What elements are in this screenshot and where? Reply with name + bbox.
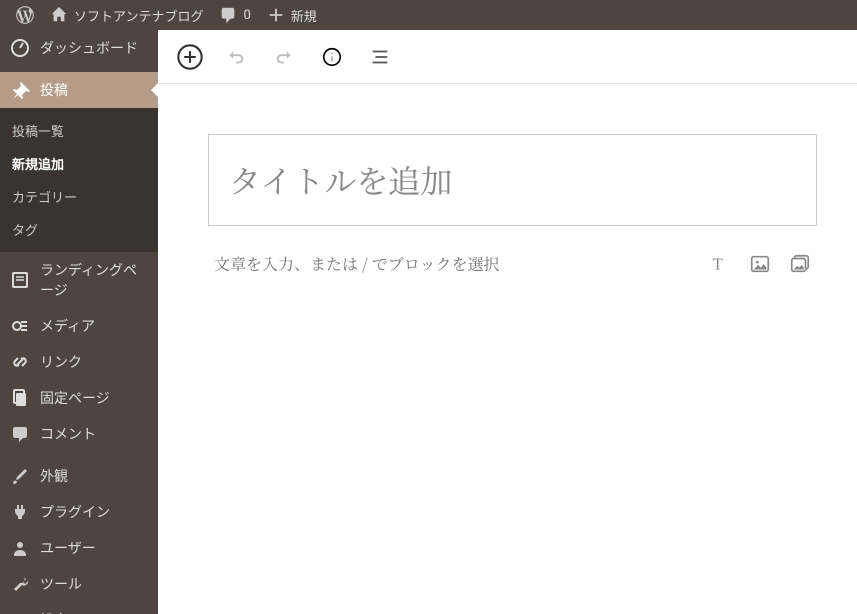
comment-icon <box>10 424 30 444</box>
user-icon <box>10 538 30 558</box>
submenu-all-posts[interactable]: 投稿一覧 <box>0 114 158 147</box>
menu-label: 外観 <box>40 466 68 486</box>
svg-text:T: T <box>713 254 723 273</box>
site-title: ソフトアンテナブログ <box>74 6 203 25</box>
menu-landing[interactable]: ランディングページ <box>0 252 158 308</box>
editor-body: 文章を入力、または / でブロックを選択 T <box>158 84 857 614</box>
menu-dashboard[interactable]: ダッシュボード <box>0 30 158 66</box>
menu-media[interactable]: メディア <box>0 308 158 344</box>
pages-icon <box>10 388 30 408</box>
quick-inserter: T <box>709 253 811 275</box>
comments-link[interactable]: 0 <box>211 0 258 30</box>
menu-users[interactable]: ユーザー <box>0 530 158 566</box>
wrench-icon <box>10 574 30 594</box>
editor-toolbar <box>158 30 857 84</box>
submenu-tags[interactable]: タグ <box>0 213 158 246</box>
menu-links[interactable]: リンク <box>0 344 158 380</box>
plus-icon <box>267 6 285 24</box>
menu-label: コメント <box>40 424 96 444</box>
comments-count: 0 <box>243 8 250 23</box>
new-label: 新規 <box>291 6 317 25</box>
submenu-add-new[interactable]: 新規追加 <box>0 147 158 180</box>
menu-label: ツール <box>40 574 82 594</box>
menu-comments[interactable]: コメント <box>0 416 158 452</box>
undo-button[interactable] <box>218 39 254 75</box>
new-content-link[interactable]: 新規 <box>259 0 325 30</box>
menu-label: 設定 <box>40 610 68 614</box>
submenu-categories[interactable]: カテゴリー <box>0 180 158 213</box>
image-block-icon[interactable] <box>749 253 771 275</box>
page-icon <box>10 270 30 290</box>
post-title-input[interactable] <box>208 134 817 226</box>
menu-label: 固定ページ <box>40 388 110 408</box>
info-button[interactable] <box>314 39 350 75</box>
menu-posts[interactable]: 投稿 <box>0 72 158 108</box>
pin-icon <box>10 80 30 100</box>
menu-label: ユーザー <box>40 538 96 558</box>
paragraph-icon[interactable]: T <box>709 253 731 275</box>
posts-submenu: 投稿一覧 新規追加 カテゴリー タグ <box>0 108 158 252</box>
redo-button[interactable] <box>266 39 302 75</box>
link-icon <box>10 352 30 372</box>
wp-logo-menu[interactable] <box>8 0 42 30</box>
brush-icon <box>10 466 30 486</box>
menu-label: ダッシュボード <box>40 38 138 58</box>
menu-label: 投稿 <box>40 80 68 100</box>
menu-pages[interactable]: 固定ページ <box>0 380 158 416</box>
admin-bar: ソフトアンテナブログ 0 新規 <box>0 0 857 30</box>
menu-settings[interactable]: 設定 <box>0 602 158 614</box>
editor-content: 文章を入力、または / でブロックを選択 T <box>158 30 857 614</box>
home-icon <box>50 6 68 24</box>
outline-button[interactable] <box>362 39 398 75</box>
post-body-placeholder[interactable]: 文章を入力、または / でブロックを選択 <box>214 252 500 275</box>
menu-appearance[interactable]: 外観 <box>0 458 158 494</box>
menu-plugins[interactable]: プラグイン <box>0 494 158 530</box>
menu-label: メディア <box>40 316 95 336</box>
wordpress-icon <box>16 6 34 24</box>
menu-tools[interactable]: ツール <box>0 566 158 602</box>
plug-icon <box>10 502 30 522</box>
menu-label: リンク <box>40 352 82 372</box>
admin-sidebar: ダッシュボード 投稿 投稿一覧 新規追加 カテゴリー タグ ランディングページ … <box>0 30 158 614</box>
menu-label: プラグイン <box>40 502 110 522</box>
site-link[interactable]: ソフトアンテナブログ <box>42 0 211 30</box>
add-block-button[interactable] <box>174 41 206 73</box>
gallery-block-icon[interactable] <box>789 253 811 275</box>
dashboard-icon <box>10 38 30 58</box>
media-icon <box>10 316 30 336</box>
settings-icon <box>10 610 30 614</box>
comment-icon <box>219 6 237 24</box>
menu-label: ランディングページ <box>40 260 148 300</box>
